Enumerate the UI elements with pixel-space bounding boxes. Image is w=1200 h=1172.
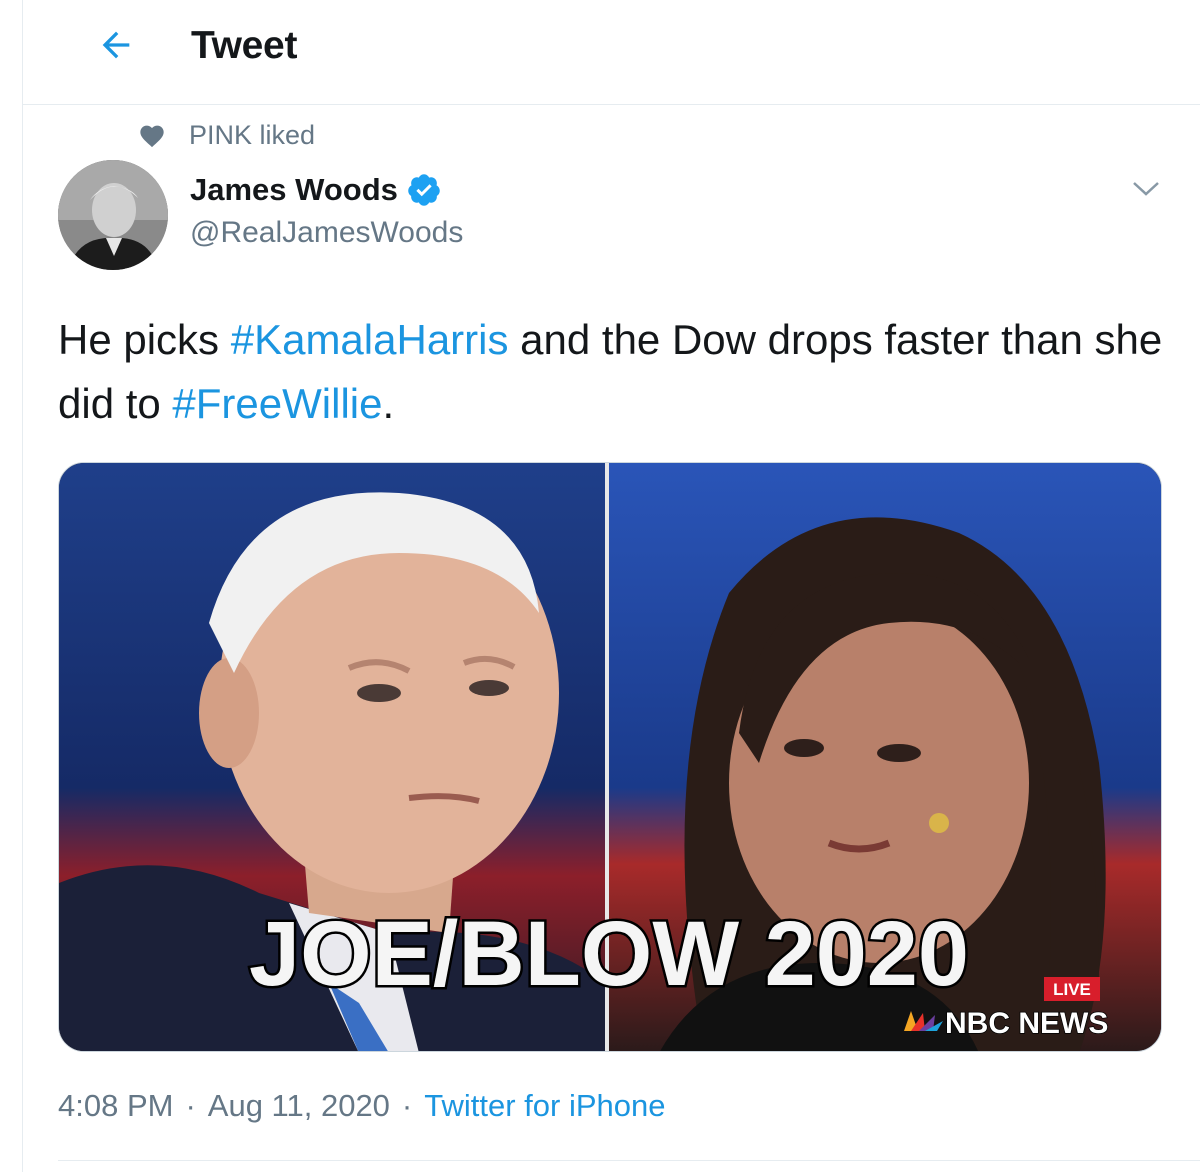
social-context-label: PINK liked xyxy=(189,119,316,150)
author-name-row[interactable]: James Woods xyxy=(190,172,442,208)
author-name[interactable]: James Woods xyxy=(190,172,398,208)
more-options-button[interactable] xyxy=(1126,172,1166,204)
meme-caption: JOE/BLOW 2020 xyxy=(249,903,969,1005)
separator-dot: · xyxy=(401,1088,413,1123)
divider xyxy=(58,1160,1200,1161)
page-title: Tweet xyxy=(191,24,298,67)
author-handle[interactable]: @RealJamesWoods xyxy=(190,216,463,250)
back-button[interactable] xyxy=(93,22,139,68)
tweet-metadata: 4:08 PM · Aug 11, 2020 · Twitter for iPh… xyxy=(58,1088,665,1124)
tweet-media-image[interactable]: JOE/BLOW 2020 LIVE NBC NEWS xyxy=(58,462,1162,1052)
hashtag-link[interactable]: #KamalaHarris xyxy=(231,316,509,363)
avatar[interactable] xyxy=(58,160,168,270)
column-border xyxy=(22,0,23,1172)
tweet-text: He picks #KamalaHarris and the Dow drops… xyxy=(58,316,1163,427)
page-header: Tweet xyxy=(23,0,1200,105)
separator-dot: · xyxy=(185,1088,196,1123)
tweet-page: Tweet PINK liked James Woods @RealJamesW… xyxy=(0,0,1200,1172)
heart-icon xyxy=(137,120,167,150)
tweet-time[interactable]: 4:08 PM xyxy=(58,1088,173,1124)
hashtag-link[interactable]: #FreeWillie xyxy=(172,380,382,427)
chevron-down-icon xyxy=(1133,182,1159,196)
social-context[interactable]: PINK liked xyxy=(137,118,315,152)
tweet-source-link[interactable]: Twitter for iPhone xyxy=(424,1088,665,1124)
live-badge: LIVE xyxy=(1053,980,1091,999)
tweet-date[interactable]: Aug 11, 2020 xyxy=(208,1088,390,1124)
network-logo-text: NBC NEWS xyxy=(945,1007,1108,1040)
verified-badge-icon xyxy=(406,172,442,208)
arrow-left-icon xyxy=(102,31,130,59)
